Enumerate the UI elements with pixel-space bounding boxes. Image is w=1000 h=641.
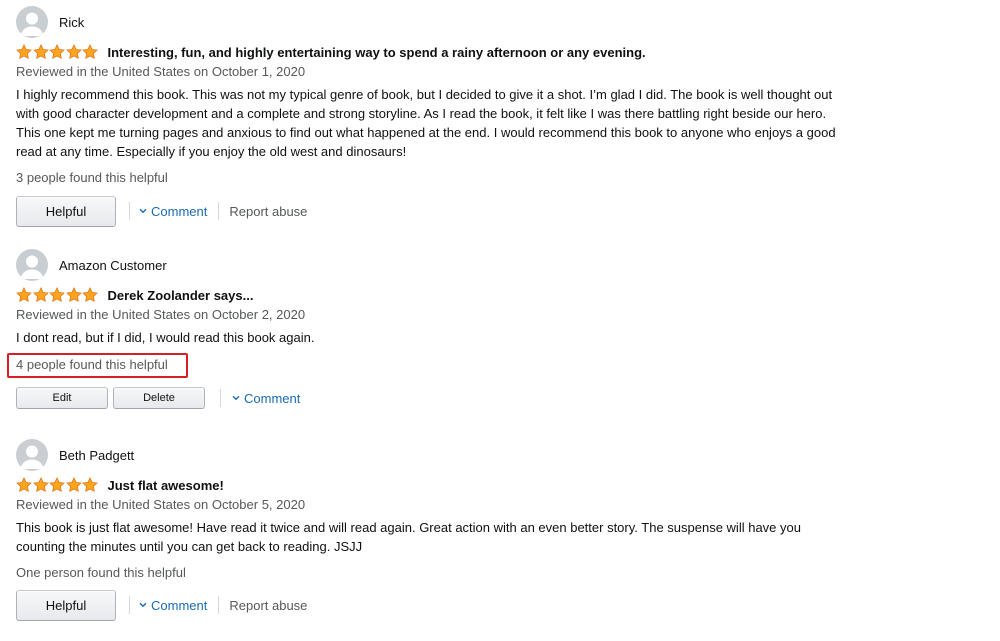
report-abuse-link[interactable]: Report abuse — [229, 598, 307, 613]
star-icon — [16, 477, 32, 493]
review-date: Reviewed in the United States on October… — [16, 497, 306, 512]
review-title[interactable]: Derek Zoolander says... — [108, 288, 254, 303]
review-body: I highly recommend this book. This was n… — [16, 87, 836, 159]
star-icon — [32, 44, 49, 60]
avatar-icon — [16, 439, 48, 471]
helpful-button[interactable]: Helpful — [16, 589, 116, 621]
star-icon — [65, 44, 82, 60]
review-body: This book is just flat awesome! Have rea… — [16, 520, 801, 554]
comment-link[interactable]: Comment — [139, 598, 207, 613]
reviewer-name: Amazon Customer — [59, 257, 167, 273]
review-title[interactable]: Interesting, fun, and highly entertainin… — [108, 45, 646, 60]
star-icon — [49, 44, 65, 60]
rating-row: Interesting, fun, and highly entertainin… — [16, 43, 646, 61]
review-actions: Helpful Comment Report abuse — [16, 195, 307, 227]
reviewer-name: Beth Padgett — [59, 447, 135, 463]
comment-label: Comment — [151, 203, 208, 219]
rating-row: Just flat awesome! — [16, 476, 224, 494]
star-icon — [82, 477, 98, 493]
avatar-icon — [16, 249, 48, 281]
chevron-down-icon — [232, 395, 240, 401]
star-rating[interactable] — [16, 44, 99, 60]
edit-button[interactable]: Edit — [16, 387, 108, 409]
star-icon — [16, 44, 32, 60]
star-icon — [82, 44, 98, 60]
star-icon — [65, 287, 82, 303]
divider — [129, 202, 130, 220]
review-body: I dont read, but if I did, I would read … — [16, 330, 315, 345]
review-date: Reviewed in the United States on October… — [16, 307, 306, 322]
divider — [218, 596, 220, 614]
reviewer-profile[interactable]: Beth Padgett — [16, 438, 134, 472]
star-icon — [82, 287, 98, 303]
star-rating[interactable] — [16, 477, 99, 493]
star-icon — [16, 287, 32, 303]
reviewer-name: Rick — [59, 14, 85, 30]
reviewer-profile[interactable]: Amazon Customer — [16, 248, 167, 282]
star-icon — [65, 477, 82, 493]
comment-label: Comment — [151, 597, 208, 613]
divider — [218, 202, 220, 220]
star-icon — [32, 287, 49, 303]
review-date: Reviewed in the United States on October… — [16, 64, 306, 79]
divider — [129, 596, 130, 614]
helpful-count: 3 people found this helpful — [16, 170, 168, 185]
star-icon — [32, 477, 49, 493]
comment-link[interactable]: Comment — [139, 204, 207, 219]
star-icon — [49, 477, 65, 493]
helpful-button[interactable]: Helpful — [16, 195, 116, 227]
review-actions: Edit Delete Comment — [16, 382, 300, 414]
chevron-down-icon — [139, 602, 147, 608]
helpful-count: One person found this helpful — [16, 565, 186, 580]
avatar-icon — [16, 6, 48, 38]
comment-label: Comment — [244, 390, 301, 406]
comment-link[interactable]: Comment — [232, 391, 300, 406]
divider — [220, 389, 221, 407]
review-title[interactable]: Just flat awesome! — [108, 478, 224, 493]
highlight-box — [7, 353, 188, 378]
report-abuse-link[interactable]: Report abuse — [229, 204, 307, 219]
reviewer-profile[interactable]: Rick — [16, 5, 84, 39]
delete-button[interactable]: Delete — [113, 387, 205, 409]
review-actions: Helpful Comment Report abuse — [16, 589, 307, 621]
star-icon — [49, 287, 65, 303]
star-rating[interactable] — [16, 287, 99, 303]
chevron-down-icon — [139, 208, 147, 214]
rating-row: Derek Zoolander says... — [16, 286, 253, 304]
